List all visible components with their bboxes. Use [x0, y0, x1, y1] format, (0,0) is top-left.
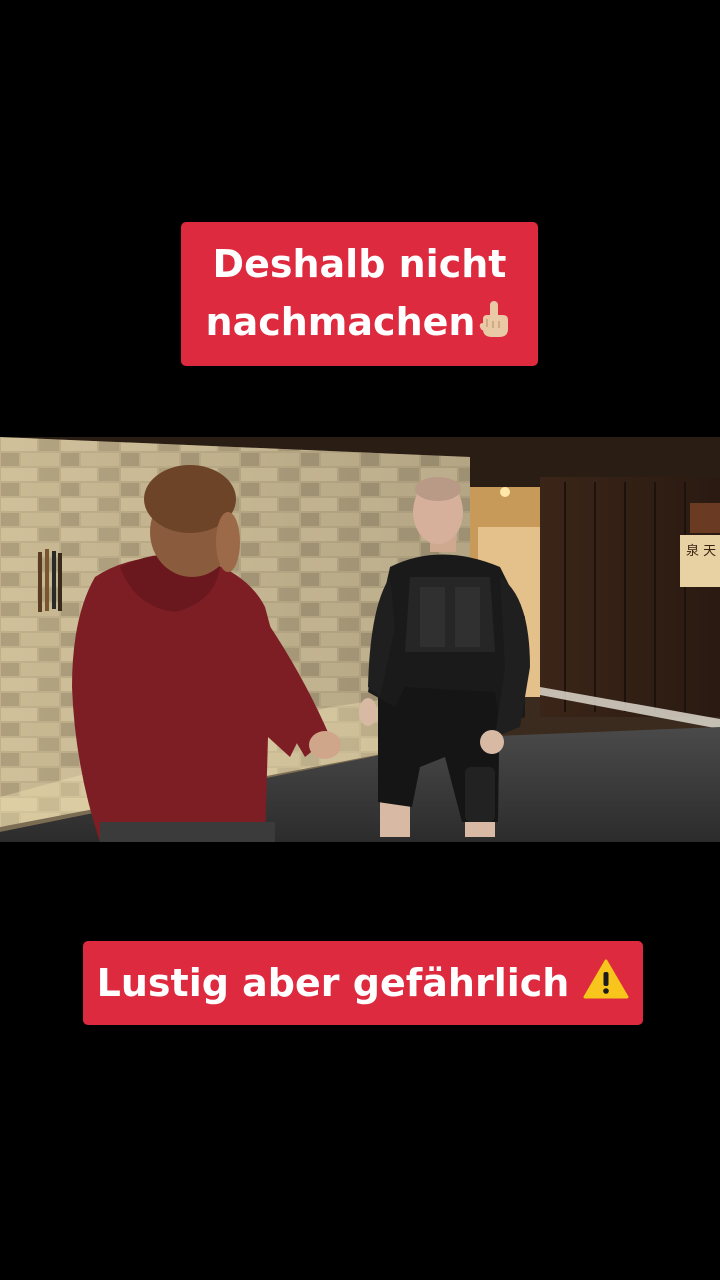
caption-top-line2-wrap: nachmachen	[206, 293, 514, 355]
pointing-up-finger-icon	[477, 297, 513, 355]
caption-top-line1: Deshalb nicht	[212, 242, 507, 286]
caption-top-line2: nachmachen	[205, 300, 476, 344]
warning-sign-icon	[583, 958, 629, 1009]
caption-bottom: Lustig aber gefährlich	[83, 941, 643, 1025]
caption-bottom-text: Lustig aber gefährlich	[96, 961, 570, 1005]
wall-sign	[680, 535, 720, 587]
video-scene: 泉 天	[0, 437, 720, 842]
caption-top: Deshalb nicht nachmachen	[181, 222, 538, 366]
video-frame: 泉 天	[0, 437, 720, 842]
wall-sign-text: 泉 天	[686, 543, 716, 559]
